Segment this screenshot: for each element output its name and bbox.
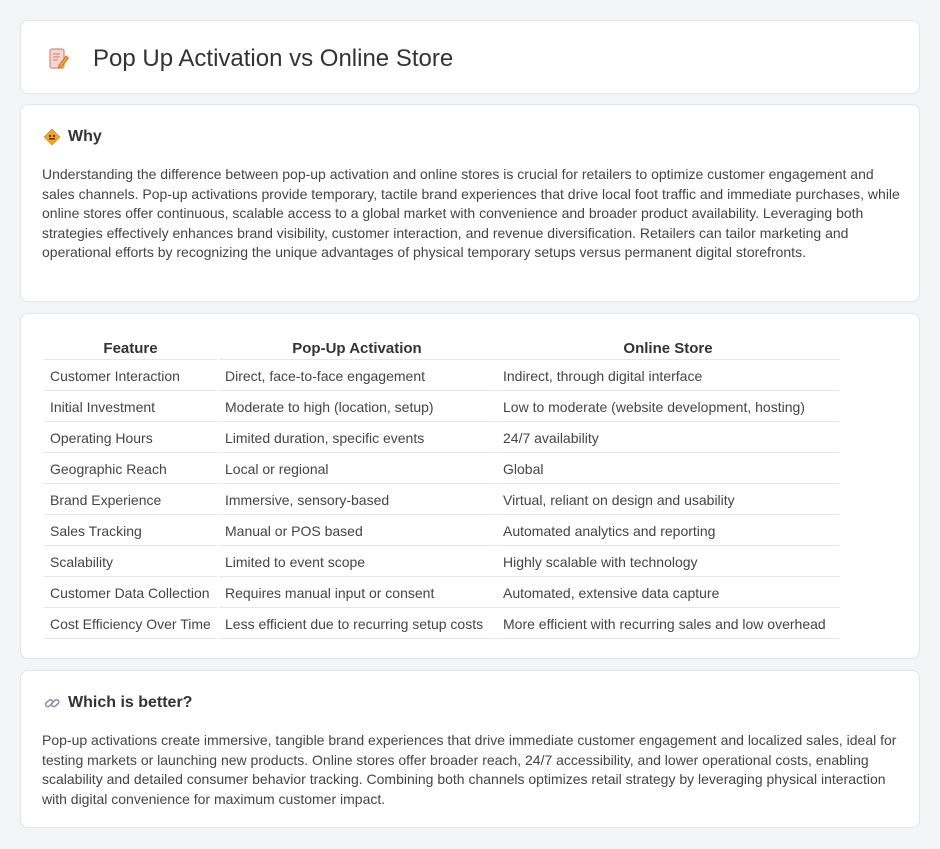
- column-header-online: Online Store: [497, 336, 839, 360]
- table-cell: Automated analytics and reporting: [497, 517, 839, 546]
- table-cell: Highly scalable with technology: [497, 548, 839, 577]
- column-header-pop-up: Pop-Up Activation: [219, 336, 495, 360]
- page-title: Pop Up Activation vs Online Store: [93, 45, 454, 72]
- table-cell: 24/7 availability: [497, 424, 839, 453]
- table-cell: Initial Investment: [44, 393, 217, 422]
- why-heading: Why: [43, 127, 102, 147]
- table-cell: Operating Hours: [44, 424, 217, 453]
- table-cell: Global: [497, 455, 839, 484]
- which-is-better-section: Which is better? Pop-up activations crea…: [20, 670, 920, 828]
- table-cell: Less efficient due to recurring setup co…: [219, 610, 495, 639]
- table-row: Scalability Limited to event scope Highl…: [44, 548, 839, 577]
- table-cell: Customer Interaction: [44, 362, 217, 391]
- why-text: Understanding the difference between pop…: [42, 166, 900, 261]
- table-cell: Low to moderate (website development, ho…: [497, 393, 839, 422]
- table-cell: Geographic Reach: [44, 455, 217, 484]
- comparison-table: Feature Pop-Up Activation Online Store C…: [42, 334, 841, 641]
- table-cell: Limited to event scope: [219, 548, 495, 577]
- diamond-sign-icon: [43, 128, 61, 146]
- table-cell: Local or regional: [219, 455, 495, 484]
- table-cell: Cost Efficiency Over Time: [44, 610, 217, 639]
- table-cell: Scalability: [44, 548, 217, 577]
- better-heading: Which is better?: [43, 693, 192, 713]
- table-cell: Moderate to high (location, setup): [219, 393, 495, 422]
- link-icon: [44, 699, 60, 708]
- table-row: Initial Investment Moderate to high (loc…: [44, 393, 839, 422]
- table-row: Customer Data Collection Requires manual…: [44, 579, 839, 608]
- document-edit-icon: [49, 48, 70, 69]
- title-card: Pop Up Activation vs Online Store: [20, 20, 920, 94]
- table-row: Customer Interaction Direct, face-to-fac…: [44, 362, 839, 391]
- table-cell: More efficient with recurring sales and …: [497, 610, 839, 639]
- comparison-section: Feature Pop-Up Activation Online Store C…: [20, 313, 920, 659]
- table-cell: Indirect, through digital interface: [497, 362, 839, 391]
- table-row: Sales Tracking Manual or POS based Autom…: [44, 517, 839, 546]
- table-row: Brand Experience Immersive, sensory-base…: [44, 486, 839, 515]
- table-cell: Manual or POS based: [219, 517, 495, 546]
- table-cell: Sales Tracking: [44, 517, 217, 546]
- better-text: Pop-up activations create immersive, tan…: [42, 732, 897, 807]
- table-row: Geographic Reach Local or regional Globa…: [44, 455, 839, 484]
- table-cell: Virtual, reliant on design and usability: [497, 486, 839, 515]
- table-header-row: Feature Pop-Up Activation Online Store: [44, 336, 839, 360]
- table-row: Cost Efficiency Over Time Less efficient…: [44, 610, 839, 639]
- table-cell: Automated, extensive data capture: [497, 579, 839, 608]
- better-heading-label: Which is better?: [68, 694, 193, 711]
- table-cell: Direct, face-to-face engagement: [219, 362, 495, 391]
- why-section: Why Understanding the difference between…: [20, 104, 920, 302]
- table-cell: Requires manual input or consent: [219, 579, 495, 608]
- table-cell: Limited duration, specific events: [219, 424, 495, 453]
- column-header-feature: Feature: [44, 336, 217, 360]
- table-cell: Brand Experience: [44, 486, 217, 515]
- why-heading-label: Why: [68, 128, 102, 145]
- table-cell: Immersive, sensory-based: [219, 486, 495, 515]
- table-row: Operating Hours Limited duration, specif…: [44, 424, 839, 453]
- table-cell: Customer Data Collection: [44, 579, 217, 608]
